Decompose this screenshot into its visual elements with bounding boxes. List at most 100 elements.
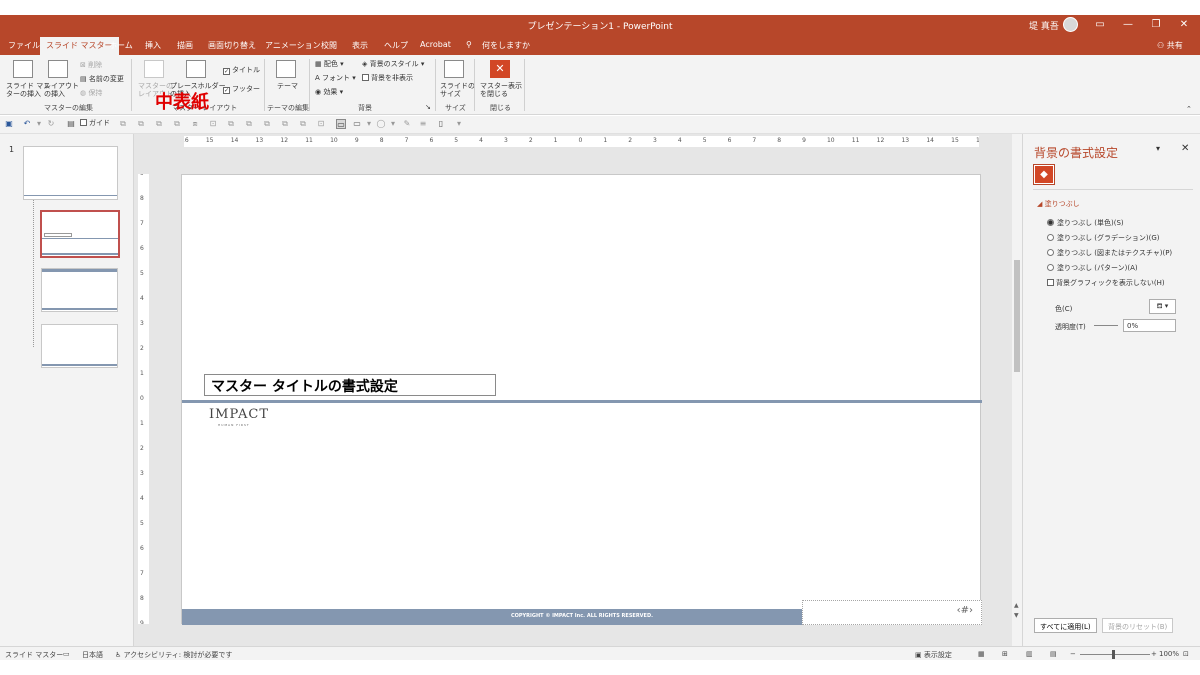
hide-background-checkbox[interactable]: 背景を非表示 — [362, 74, 413, 82]
preserve-button[interactable]: ◍ 保持 — [80, 89, 102, 97]
notes-status-icon[interactable]: ▭ — [63, 650, 70, 658]
shape-icon[interactable]: ▭ — [352, 119, 362, 129]
zoom-slider[interactable] — [1080, 654, 1150, 655]
scroll-down-icon[interactable]: ▼ — [1014, 612, 1019, 619]
lock-icon[interactable]: ⊡ — [208, 119, 218, 129]
display-settings-button[interactable]: ▣ 表示設定 — [915, 650, 952, 660]
title-checkbox[interactable]: ✓ タイトル — [223, 66, 260, 75]
tab-file[interactable]: ファイル — [8, 40, 40, 51]
shape-dropdown-icon[interactable]: ▾ — [388, 119, 398, 129]
select-icon[interactable]: ▭ — [336, 119, 346, 129]
tell-me-search[interactable]: 何をしますか — [482, 40, 530, 51]
save-icon[interactable]: ▣ — [4, 119, 14, 129]
tab-slide-master[interactable]: スライド マスター — [40, 37, 119, 55]
delete-button[interactable]: ⊠ 削除 — [80, 61, 102, 69]
reset-background-button[interactable]: 背景のリセット(B) — [1102, 618, 1174, 633]
fill-tab-icon[interactable]: ◆ — [1034, 165, 1054, 184]
effects-button[interactable]: ◉ 効果 ▾ — [315, 88, 343, 96]
theme-icon[interactable] — [276, 60, 296, 78]
scroll-up-icon[interactable]: ▲ — [1014, 602, 1019, 609]
share-button[interactable]: ⚇ 共有 — [1157, 40, 1183, 51]
insert-layout-button[interactable]: レイアウト の挿入 — [44, 82, 79, 98]
zoom-in-icon[interactable]: + — [1151, 650, 1157, 658]
align-icon[interactable]: ⧉ — [298, 119, 308, 129]
lock-icon[interactable]: ⊡ — [316, 119, 326, 129]
align-icon[interactable]: ⧉ — [172, 119, 182, 129]
close-master-view-button[interactable]: マスター表示 を閉じる — [480, 82, 522, 98]
theme-button[interactable]: テーマ — [277, 82, 298, 90]
pattern-fill-radio[interactable]: 塗りつぶし (パターン)(A) — [1047, 263, 1138, 273]
status-language[interactable]: 日本語 — [82, 650, 103, 660]
picture-fill-radio[interactable]: 塗りつぶし (図またはテクスチャ)(P) — [1047, 248, 1172, 258]
tab-review[interactable]: 校閲 — [321, 40, 337, 51]
align-icon[interactable]: ⧉ — [244, 119, 254, 129]
apply-all-button[interactable]: すべてに適用(L) — [1034, 618, 1097, 633]
restore-icon[interactable]: ❐ — [1148, 17, 1164, 33]
tab-view[interactable]: 表示 — [352, 40, 368, 51]
tab-transitions[interactable]: 画面切り替え — [208, 40, 256, 51]
shape-icon[interactable]: ◯ — [376, 119, 386, 129]
slide-number-placeholder[interactable]: ‹#› — [802, 600, 982, 625]
sorter-view-icon[interactable]: ⊞ — [1002, 650, 1008, 658]
reading-view-icon[interactable]: ▥ — [1026, 650, 1033, 658]
tab-insert[interactable]: 挿入 — [145, 40, 161, 51]
redo-icon[interactable]: ↻ — [46, 119, 56, 129]
thumbnail-layout-1[interactable] — [40, 210, 120, 258]
master-layout-icon[interactable] — [144, 60, 164, 78]
undo-icon[interactable]: ↶ — [22, 119, 32, 129]
list-icon[interactable]: ≡ — [418, 119, 428, 129]
align-icon[interactable]: ⧉ — [226, 119, 236, 129]
align-icon[interactable]: ⧉ — [118, 119, 128, 129]
fonts-button[interactable]: A フォント ▾ — [315, 74, 356, 82]
pin-icon[interactable]: ✎ — [402, 119, 412, 129]
customize-icon[interactable]: ▾ — [454, 119, 464, 129]
title-placeholder[interactable]: マスター タイトルの書式設定 — [204, 374, 496, 396]
zoom-out-icon[interactable]: − — [1070, 650, 1076, 658]
solid-fill-radio[interactable]: 塗りつぶし (単色)(S) — [1047, 218, 1124, 228]
slide-canvas[interactable]: マスター タイトルの書式設定 IMPACT HUMAN FIRST COPYRI… — [181, 174, 982, 625]
align-icon[interactable]: ⧉ — [136, 119, 146, 129]
user-name[interactable]: 堤 真吾 — [1029, 19, 1059, 32]
background-styles-button[interactable]: ◈ 背景のスタイル ▾ — [362, 60, 424, 68]
undo-dropdown-icon[interactable]: ▾ — [34, 119, 44, 129]
thumbnail-layout-3[interactable] — [41, 324, 118, 368]
ribbon-display-icon[interactable]: ▭ — [1092, 17, 1108, 33]
color-picker-button[interactable]: ⛾ ▾ — [1149, 299, 1176, 314]
zoom-slider-thumb[interactable] — [1112, 650, 1115, 659]
minimize-icon[interactable]: — — [1120, 17, 1136, 33]
align-icon[interactable]: ⧉ — [280, 119, 290, 129]
thumbnail-master[interactable] — [23, 146, 118, 200]
fill-section-header[interactable]: ◢ 塗りつぶし — [1037, 199, 1080, 209]
colors-button[interactable]: ▦ 配色 ▾ — [315, 60, 344, 68]
guide-checkbox[interactable]: ガイド — [80, 118, 110, 128]
rename-button[interactable]: ▤ 名前の変更 — [80, 75, 124, 83]
tab-acrobat[interactable]: Acrobat — [420, 40, 451, 49]
vertical-scrollbar[interactable]: ▲ ▼ — [1012, 134, 1022, 646]
insert-slide-master-icon[interactable] — [13, 60, 33, 78]
transparency-slider[interactable] — [1094, 325, 1118, 326]
pane-close-icon[interactable]: ✕ — [1181, 143, 1189, 154]
thumbnail-layout-2[interactable] — [41, 268, 118, 312]
gradient-fill-radio[interactable]: 塗りつぶし (グラデーション)(G) — [1047, 233, 1160, 243]
tab-draw[interactable]: 描画 — [177, 40, 193, 51]
pane-options-icon[interactable]: ▾ — [1156, 144, 1160, 153]
document-icon[interactable]: ▯ — [436, 119, 446, 129]
slideshow-icon[interactable]: ▤ — [1050, 650, 1057, 658]
fit-slide-icon[interactable]: ⊡ — [1183, 650, 1189, 658]
close-icon[interactable]: ✕ — [1176, 17, 1192, 33]
footer-checkbox[interactable]: ✓ フッター — [223, 85, 260, 94]
tab-help[interactable]: ヘルプ — [384, 40, 408, 51]
slide-size-button[interactable]: スライドの サイズ — [440, 82, 475, 98]
tab-animations[interactable]: アニメーション — [265, 40, 321, 51]
slide-size-icon[interactable] — [444, 60, 464, 78]
dialog-launcher-icon[interactable]: ↘ — [425, 103, 431, 111]
collapse-ribbon-icon[interactable]: ⌃ — [1186, 105, 1192, 113]
avatar[interactable] — [1063, 17, 1078, 32]
from-beginning-icon[interactable]: ▤ — [66, 119, 76, 129]
normal-view-icon[interactable]: ▦ — [978, 650, 985, 658]
align-icon[interactable]: ⧉ — [154, 119, 164, 129]
insert-placeholder-icon[interactable] — [186, 60, 206, 78]
align-icon[interactable]: ⧉ — [262, 119, 272, 129]
zoom-level[interactable]: 100% — [1159, 650, 1179, 658]
distribute-icon[interactable]: ⧈ — [190, 119, 200, 129]
